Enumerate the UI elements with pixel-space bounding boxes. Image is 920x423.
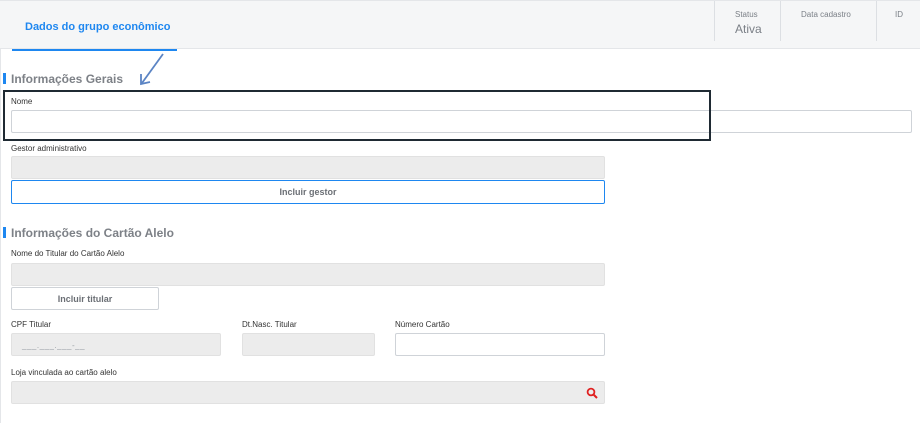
annotation-arrow-icon bbox=[140, 53, 164, 86]
id-label: ID bbox=[895, 10, 903, 19]
search-icon[interactable] bbox=[586, 387, 598, 399]
incluir-gestor-button[interactable]: Incluir gestor bbox=[11, 180, 605, 204]
numero-cartao-label: Número Cartão bbox=[395, 320, 450, 329]
gestor-label: Gestor administrativo bbox=[11, 144, 87, 153]
tab-dados-grupo-economico[interactable]: Dados do grupo econômico bbox=[12, 1, 177, 51]
dtnasc-input bbox=[242, 333, 375, 356]
loja-input bbox=[11, 381, 605, 404]
titular-input bbox=[11, 263, 605, 286]
status-label: Status bbox=[735, 10, 758, 19]
page-left-border bbox=[0, 0, 1, 423]
loja-label: Loja vinculada ao cartão alelo bbox=[11, 368, 117, 377]
gestor-input bbox=[11, 156, 605, 179]
tab-active-indicator bbox=[12, 49, 177, 51]
section-marker bbox=[3, 227, 6, 238]
incluir-titular-button[interactable]: Incluir titular bbox=[11, 287, 159, 310]
id-meta: ID bbox=[876, 1, 920, 41]
titular-label: Nome do Titular do Cartão Alelo bbox=[11, 249, 125, 258]
numero-cartao-input[interactable] bbox=[395, 333, 605, 356]
status-meta: Status Ativa bbox=[714, 1, 780, 41]
data-cadastro-meta: Data cadastro bbox=[780, 1, 876, 41]
data-cadastro-label: Data cadastro bbox=[801, 10, 851, 19]
cpf-placeholder: ___.___.___-__ bbox=[22, 341, 86, 350]
section-marker bbox=[3, 73, 6, 84]
annotation-highlight-box bbox=[3, 90, 711, 141]
tab-label: Dados do grupo econômico bbox=[25, 21, 171, 33]
section-title-cartao-alelo: Informações do Cartão Alelo bbox=[11, 226, 174, 240]
cpf-label: CPF Titular bbox=[11, 320, 52, 329]
status-value: Ativa bbox=[735, 22, 762, 36]
header-bar: Dados do grupo econômico Status Ativa Da… bbox=[0, 0, 920, 51]
section-title-informacoes-gerais: Informações Gerais bbox=[11, 72, 124, 86]
dtnasc-label: Dt.Nasc. Titular bbox=[242, 320, 297, 329]
cpf-input: ___.___.___-__ bbox=[11, 333, 221, 356]
